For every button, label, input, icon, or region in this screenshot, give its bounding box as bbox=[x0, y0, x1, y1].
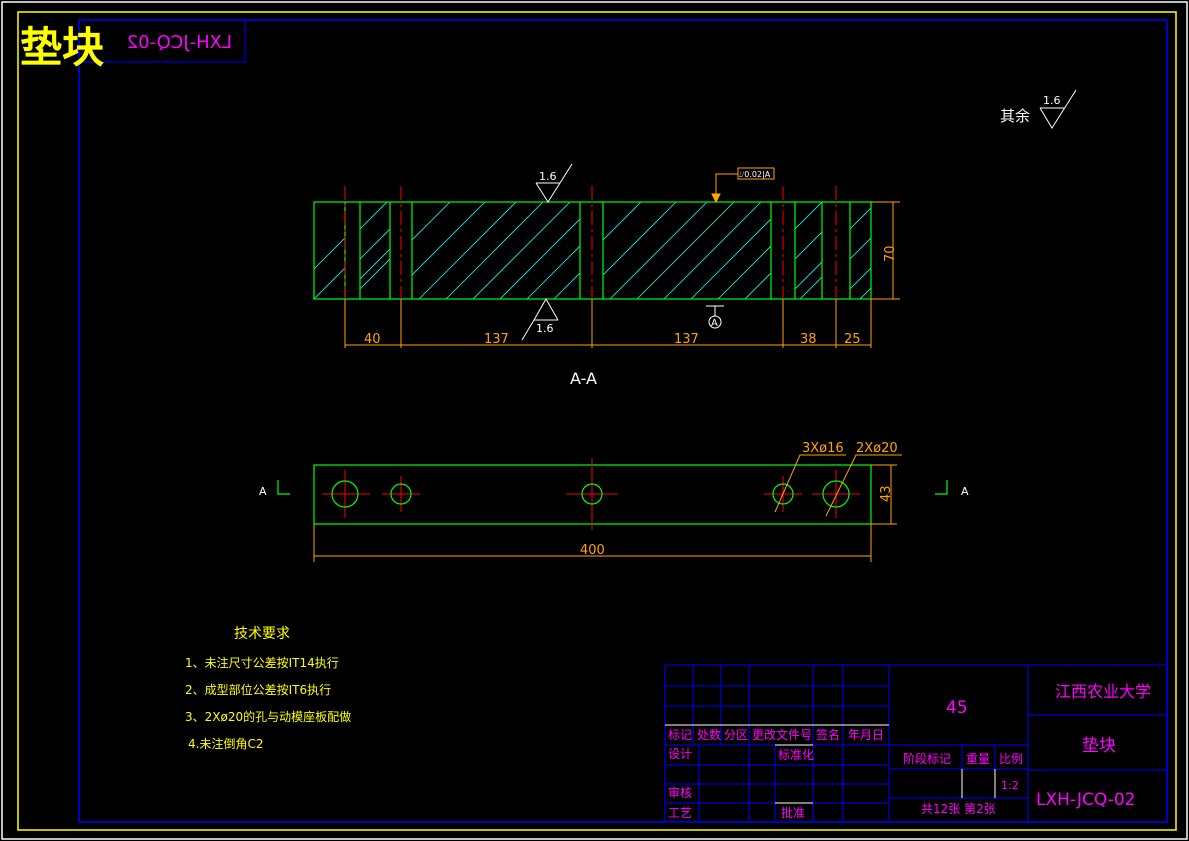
tb-header-5: 签名 bbox=[816, 727, 840, 742]
roughness-top-value: 1.6 bbox=[539, 170, 557, 183]
section-height: 70 bbox=[883, 245, 898, 262]
tb-scale: 1:2 bbox=[1001, 779, 1019, 792]
section-mark-left: A bbox=[259, 485, 267, 498]
inner-frame bbox=[78, 19, 1168, 823]
tech-item-1: 1、未注尺寸公差按IT14执行 bbox=[185, 655, 339, 670]
tb-sheets: 共12张 第2张 bbox=[921, 802, 996, 816]
tb-standardize: 标准化 bbox=[778, 748, 814, 762]
datum-label: A bbox=[711, 318, 718, 329]
outer-frame bbox=[1, 1, 1188, 840]
dim-137-a: 137 bbox=[484, 332, 509, 347]
tech-title: 技术要求 bbox=[234, 626, 290, 642]
mirrored-code: LXH-JCQ-02 bbox=[127, 32, 232, 53]
hole-label-20: 2Xø20 bbox=[856, 441, 898, 456]
tb-process: 工艺 bbox=[668, 806, 692, 820]
engineering-drawing: LXH-JCQ-02 垫块 其余 1.6 1.6 1.6 ⌰0.02|A A 7… bbox=[1, 1, 1188, 840]
hole-centerlines bbox=[322, 458, 860, 530]
section-title: A-A bbox=[570, 369, 597, 388]
plan-width: 43 bbox=[879, 485, 894, 502]
tb-approve: 批准 bbox=[781, 805, 805, 820]
tb-header-1: 标记 bbox=[668, 728, 692, 742]
hole-label-16: 3Xø16 bbox=[802, 441, 844, 456]
dim-25: 25 bbox=[844, 332, 861, 347]
tb-header-4: 更改文件号 bbox=[752, 727, 812, 742]
tech-item-2: 2、成型部位公差按IT6执行 bbox=[185, 682, 331, 697]
tb-scale-label: 比例 bbox=[999, 752, 1023, 766]
tb-review: 审核 bbox=[668, 785, 692, 800]
tolerance-text: ⌰0.02|A bbox=[739, 170, 771, 179]
dim-40: 40 bbox=[364, 332, 381, 347]
tech-item-4: 4.未注倒角C2 bbox=[188, 736, 263, 751]
tb-drawing-no: LXH-JCQ-02 bbox=[1036, 790, 1136, 810]
tb-stage-mark: 阶段标记 bbox=[903, 751, 951, 766]
dim-38: 38 bbox=[800, 332, 817, 347]
tb-header-2: 处数 bbox=[697, 727, 721, 742]
roughness-bottom-value: 1.6 bbox=[536, 322, 554, 335]
section-dimension-lines bbox=[344, 299, 872, 348]
roughness-other-label: 其余 bbox=[1000, 107, 1030, 125]
section-mark-right: A bbox=[961, 485, 969, 498]
plan-length: 400 bbox=[580, 543, 605, 558]
section-view bbox=[313, 186, 872, 316]
tb-header-3: 分区 bbox=[724, 728, 748, 742]
tb-design: 设计 bbox=[668, 747, 692, 761]
stamp-title: 垫块 bbox=[20, 23, 104, 72]
dim-137-b: 137 bbox=[674, 332, 699, 347]
tb-weight: 重量 bbox=[966, 752, 990, 766]
roughness-other-value: 1.6 bbox=[1043, 94, 1061, 107]
tb-material: 45 bbox=[946, 698, 968, 718]
tech-item-3: 3、2Xø20的孔与动模座板配做 bbox=[185, 709, 351, 724]
tb-part-name: 垫块 bbox=[1082, 736, 1116, 756]
border-frame bbox=[17, 11, 1177, 831]
tb-school: 江西农业大学 bbox=[1055, 682, 1151, 701]
tb-header-6: 年月日 bbox=[848, 728, 884, 742]
